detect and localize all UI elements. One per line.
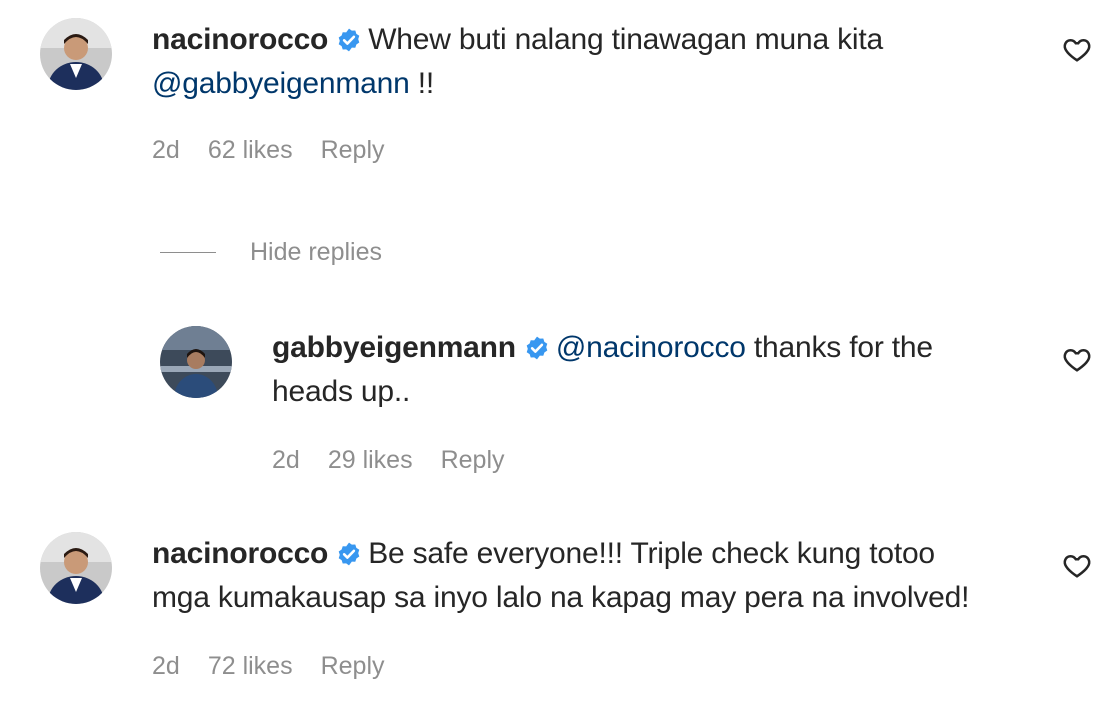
heart-icon[interactable] xyxy=(1062,550,1092,580)
comment-text-2: mga kumakausap sa inyo lalo na kapag may… xyxy=(152,581,970,614)
reply-button[interactable]: Reply xyxy=(441,446,505,475)
comment-text: thanks for the xyxy=(745,331,933,364)
comment-time: 2d xyxy=(152,652,180,680)
verified-badge-icon xyxy=(524,335,550,361)
avatar-image xyxy=(160,326,232,398)
avatar-image xyxy=(40,532,112,604)
username[interactable]: gabbyeigenmann xyxy=(272,331,516,364)
hide-replies-divider xyxy=(160,252,216,253)
hide-replies-label: Hide replies xyxy=(250,238,383,266)
comment-body: nacinorocco Be safe everyone!!! Triple ch… xyxy=(152,532,1042,620)
heart-icon[interactable] xyxy=(1062,344,1092,374)
hide-replies-button[interactable]: Hide replies xyxy=(160,238,382,267)
username[interactable]: nacinorocco xyxy=(152,537,328,570)
avatar-nacinorocco[interactable] xyxy=(40,532,112,604)
likes-count[interactable]: 29 likes xyxy=(328,446,413,475)
comment-meta: 2d 29 likes Reply xyxy=(272,446,505,475)
comment-text-2: heads up.. xyxy=(272,375,411,408)
reply-button[interactable]: Reply xyxy=(321,652,385,681)
comment-2: nacinorocco Be safe everyone!!! Triple ch… xyxy=(0,0,1120,680)
comment-text: Be safe everyone!!! Triple check kung to… xyxy=(368,537,935,570)
verified-badge-icon xyxy=(336,541,362,567)
comment-time: 2d xyxy=(272,446,300,474)
avatar-gabbyeigenmann[interactable] xyxy=(160,326,232,398)
mention-link[interactable]: @nacinorocco xyxy=(556,331,746,364)
comment-meta: 2d 72 likes Reply xyxy=(152,652,385,681)
comment-body: gabbyeigenmann @nacinorocco thanks for th… xyxy=(272,326,1032,414)
likes-count[interactable]: 72 likes xyxy=(208,652,293,681)
